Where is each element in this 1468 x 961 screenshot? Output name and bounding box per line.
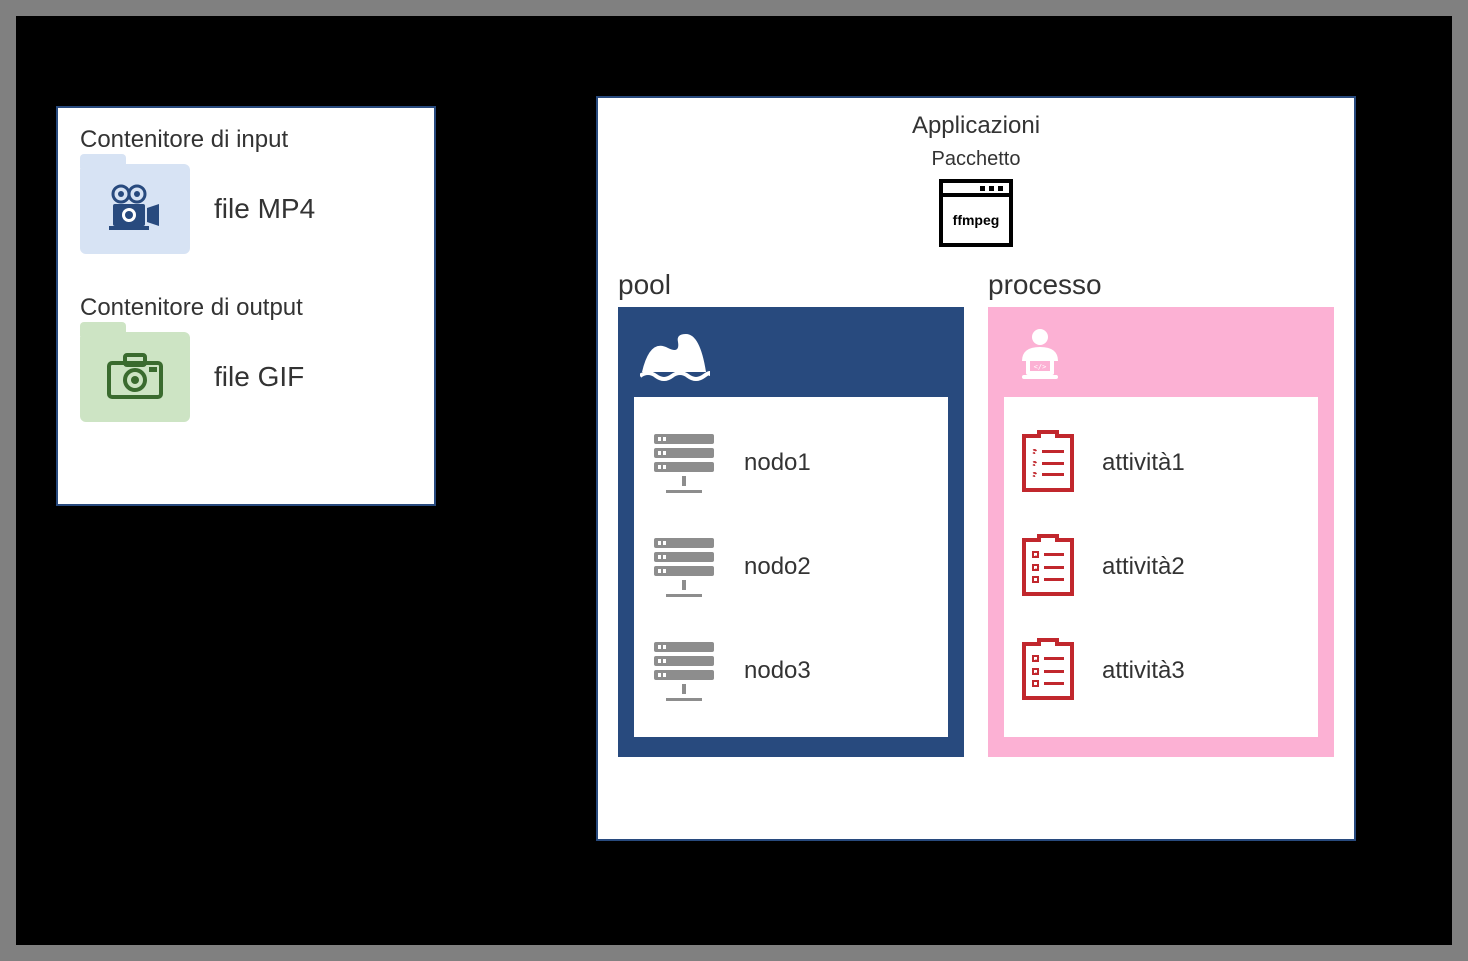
node-item: nodo2 <box>652 538 930 597</box>
output-file-label: file GIF <box>214 361 304 393</box>
pool-title: pool <box>618 269 964 301</box>
pool-box: nodo1 nodo2 <box>618 307 964 757</box>
applications-title: Applicazioni <box>598 112 1354 140</box>
camera-photo-icon <box>105 353 165 401</box>
package-icon: ffmpeg <box>939 179 1013 247</box>
package-title: Pacchetto <box>598 148 1354 171</box>
server-icon <box>652 434 716 493</box>
checklist-icon <box>1022 434 1074 492</box>
output-file-row: file GIF <box>80 332 412 422</box>
checklist-icon <box>1022 642 1074 700</box>
server-icon <box>652 642 716 701</box>
node-item: nodo3 <box>652 642 930 701</box>
user-laptop-icon: </> <box>1004 323 1318 387</box>
task-item: attività1 <box>1022 434 1300 492</box>
process-column: processo </> <box>988 269 1334 757</box>
batch-container: Applicazioni Pacchetto ffmpeg pool <box>596 96 1356 841</box>
input-file-label: file MP4 <box>214 193 315 225</box>
batch-columns: pool nodo1 <box>598 269 1354 757</box>
server-icon <box>652 538 716 597</box>
storage-container: Contenitore di input file MP4 Contenito <box>56 106 436 506</box>
task-label: attività2 <box>1102 553 1185 581</box>
batch-header: Applicazioni Pacchetto ffmpeg <box>598 98 1354 247</box>
video-folder-icon <box>80 164 190 254</box>
diagram-canvas: Contenitore di input file MP4 Contenito <box>16 16 1452 945</box>
svg-text:</>: </> <box>1034 363 1047 371</box>
wave-icon <box>634 323 948 387</box>
pool-nodes-list: nodo1 nodo2 <box>634 397 948 737</box>
input-container-title: Contenitore di input <box>80 126 412 154</box>
input-file-row: file MP4 <box>80 164 412 254</box>
node-item: nodo1 <box>652 434 930 493</box>
pool-column: pool nodo1 <box>618 269 964 757</box>
package-command: ffmpeg <box>943 197 1009 243</box>
image-folder-icon <box>80 332 190 422</box>
task-item: attività3 <box>1022 642 1300 700</box>
process-box: </> attività1 <box>988 307 1334 757</box>
task-label: attività3 <box>1102 657 1185 685</box>
node-label: nodo3 <box>744 657 811 685</box>
output-container-title: Contenitore di output <box>80 294 412 322</box>
task-label: attività1 <box>1102 449 1185 477</box>
node-label: nodo1 <box>744 449 811 477</box>
camera-video-icon <box>107 184 163 234</box>
process-tasks-list: attività1 attività2 <box>1004 397 1318 737</box>
task-item: attività2 <box>1022 538 1300 596</box>
checklist-icon <box>1022 538 1074 596</box>
node-label: nodo2 <box>744 553 811 581</box>
process-title: processo <box>988 269 1334 301</box>
